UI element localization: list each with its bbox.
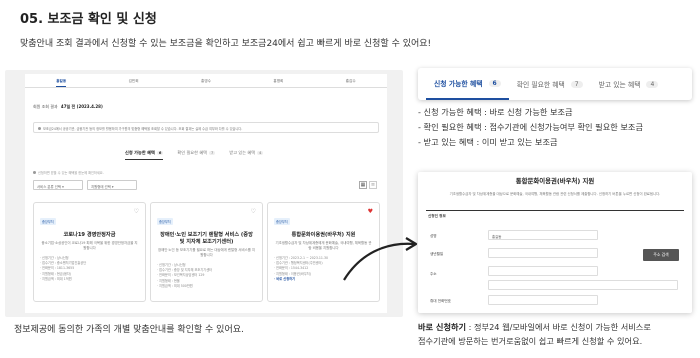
- tab-count: 6: [488, 79, 501, 87]
- apply-now-line2: 접수기관에 방문하는 번거로움없이 쉽고 빠르게 신청할 수 있어요.: [418, 336, 643, 346]
- person-tab[interactable]: 홍명희: [273, 74, 283, 87]
- tab-check-needed[interactable]: 확인 필요한 혜택 7: [177, 150, 216, 160]
- screenshot-caption: 정보제공에 동의한 가족의 개별 맞춤안내를 확인할 수 있어요.: [14, 325, 244, 335]
- section-title: 신청인 정보: [428, 214, 446, 218]
- result-count: 47일 전 (2023.4.28): [60, 104, 103, 109]
- card-meta-line: · 지원금액 : 최대 500만원: [157, 283, 193, 288]
- tab-count: 7: [570, 80, 583, 88]
- tab-receiving[interactable]: 받고 있는 혜택 4: [229, 150, 264, 160]
- heart-icon[interactable]: ♡: [134, 208, 139, 215]
- card-meta-line: · 지원금액 : 최대 1억원: [40, 276, 72, 281]
- bullet-line: - 받고 있는 혜택 : 이미 받고 있는 보조금: [418, 137, 558, 147]
- notice-text: 보조금24에서 공공기관, 금융기관 등의 정보를 활용하여 가구원의 맞춤형 …: [43, 127, 243, 131]
- category-tabs: 신청 가능한 혜택 6 확인 필요한 혜택 7 받고 있는 혜택 4: [125, 150, 264, 160]
- phone-field[interactable]: [488, 295, 598, 305]
- application-form: 통합문화이용권(바우처) 지원 기초생활수급자 및 차상위계층을 대상으로 문화…: [418, 172, 692, 313]
- person-tab[interactable]: 홍길동: [56, 74, 67, 87]
- callout-tab-available[interactable]: 신청 가능한 혜택 6: [426, 68, 509, 100]
- list-view-icon[interactable]: ≡: [369, 181, 377, 189]
- apply-now-title: 바로 신청하기: [418, 322, 467, 332]
- person-tab[interactable]: 김민희: [129, 74, 139, 87]
- card-meta: · 신청기간 : 상시신청 · 접수기관 : 중앙 및 지자체 보조기기센터 ·…: [157, 263, 256, 289]
- tab-label: 확인 필요한 혜택: [516, 81, 565, 89]
- callout-tab-check-needed[interactable]: 확인 필요한 혜택 7: [509, 68, 591, 100]
- person-tab[interactable]: 홍영수: [201, 74, 211, 87]
- arrow-icon: [343, 237, 418, 281]
- birthdate-field[interactable]: [488, 248, 598, 258]
- card-title: 장애인·노인 보조기기 렌탈형 서비스 (중앙 및 지자체 보조기기센터): [160, 232, 253, 245]
- tab-label: 받고 있는 혜택: [598, 81, 641, 89]
- apply-now-line1: : 정부24 웹/모바일에서 바로 신청이 가능한 서비스로: [466, 322, 651, 332]
- support-type-select[interactable]: 지원형태 선택 ▾: [87, 180, 137, 190]
- info-icon: [33, 171, 36, 174]
- bullet-line: - 신청 가능한 혜택 : 바로 신청 가능한 보조금: [418, 107, 573, 117]
- field-label: 휴대 전화번호: [430, 299, 451, 303]
- notice-box: 보조금24에서 공공기관, 금융기관 등의 정보를 활용하여 가구원의 맞춤형 …: [33, 122, 379, 133]
- page-title: 05. 보조금 확인 및 신청: [20, 12, 157, 27]
- result-meta-label: 회원 조회 결과: [33, 104, 58, 109]
- tab-count: 4: [257, 151, 264, 155]
- tab-label: 확인 필요한 혜택: [177, 150, 208, 155]
- address-field[interactable]: [488, 266, 598, 276]
- field-label: 생년월일: [430, 252, 444, 256]
- apply-now-description: 바로 신청하기 : 정부24 웹/모바일에서 바로 신청이 가능한 서비스로 접…: [418, 320, 694, 348]
- filter-note: 신청하면 받을 수 있는 혜택을 한눈에 확인하세요.: [33, 170, 104, 175]
- filter-note-text: 신청하면 받을 수 있는 혜택을 한눈에 확인하세요.: [38, 171, 104, 175]
- heart-icon[interactable]: ♥: [368, 208, 373, 215]
- name-field[interactable]: 홍길동: [488, 230, 598, 240]
- select-label: 서비스 분류 선택: [37, 184, 61, 189]
- grid-view-icon[interactable]: ▦: [359, 181, 367, 189]
- agency-badge: 중앙부처: [274, 218, 290, 225]
- person-tabs: 홍길동 김민희 홍영수 홍명희 홍갑수: [25, 74, 387, 88]
- card-meta: · 신청기간 : 상시신청 · 접수기관 : 중소벤처기업진흥공단 · 전화문의…: [40, 256, 139, 282]
- page-subtitle: 맞춤안내 조회 결과에서 신청할 수 있는 보조금을 확인하고 보조금24에서 …: [20, 39, 432, 49]
- form-title: 통합문화이용권(바우처) 지원: [515, 177, 595, 185]
- tab-count: 6: [156, 151, 164, 155]
- service-category-select[interactable]: 서비스 분류 선택 ▾: [33, 180, 83, 190]
- result-meta: 회원 조회 결과 47일 전 (2023.4.28): [33, 104, 103, 110]
- agency-badge: 중앙부처: [40, 218, 56, 225]
- screenshot-page: 홍길동 김민희 홍영수 홍명희 홍갑수 회원 조회 결과 47일 전 (2023…: [25, 74, 387, 313]
- field-label: 성명: [430, 234, 437, 238]
- tab-label: 받고 있는 혜택: [229, 150, 256, 155]
- benefit-card[interactable]: 중앙부처 ♡ 코로나19 경영안정자금 중소기업·소상공인이 코로나19 피해 …: [33, 202, 146, 302]
- tab-label: 신청 가능한 혜택: [434, 80, 483, 88]
- card-title: 코로나19 경영안정자금: [63, 232, 116, 238]
- select-label: 지원형태 선택: [91, 184, 111, 189]
- tab-count: 4: [646, 80, 659, 88]
- callout-tab-receiving[interactable]: 받고 있는 혜택 4: [591, 68, 667, 100]
- tab-count: 7: [209, 151, 216, 155]
- tab-available[interactable]: 신청 가능한 혜택 6: [125, 150, 164, 160]
- form-note: 기초생활수급자 및 차상위계층을 대상으로 문화예술, 국내여행, 체육활동 관…: [449, 192, 661, 196]
- tab-label: 신청 가능한 혜택: [125, 150, 155, 155]
- field-label: 주소: [430, 272, 437, 276]
- card-desc: 중소기업·소상공인이 코로나19 피해 극복을 위한 경영안정자금을 지원합니다: [41, 241, 138, 250]
- address-detail-field[interactable]: [488, 280, 678, 290]
- heart-icon[interactable]: ♡: [251, 208, 256, 215]
- address-search-button[interactable]: 주소 검색: [643, 249, 679, 261]
- info-icon: [38, 127, 41, 130]
- divider: [426, 210, 684, 211]
- callout-tabs: 신청 가능한 혜택 6 확인 필요한 혜택 7 받고 있는 혜택 4: [418, 68, 692, 100]
- card-desc: 장애인·노인 등 보조기기를 필요로 하는 대상에게 렌탈형 서비스를 지원합니…: [157, 248, 256, 257]
- bullet-line: - 확인 필요한 혜택 : 접수기관에 신청가능여부 확인 필요한 보조금: [418, 122, 643, 132]
- agency-badge: 중앙부처: [157, 218, 173, 225]
- benefit-card[interactable]: 중앙부처 ♡ 장애인·노인 보조기기 렌탈형 서비스 (중앙 및 지자체 보조기…: [150, 202, 263, 302]
- person-tab[interactable]: 홍갑수: [346, 74, 356, 87]
